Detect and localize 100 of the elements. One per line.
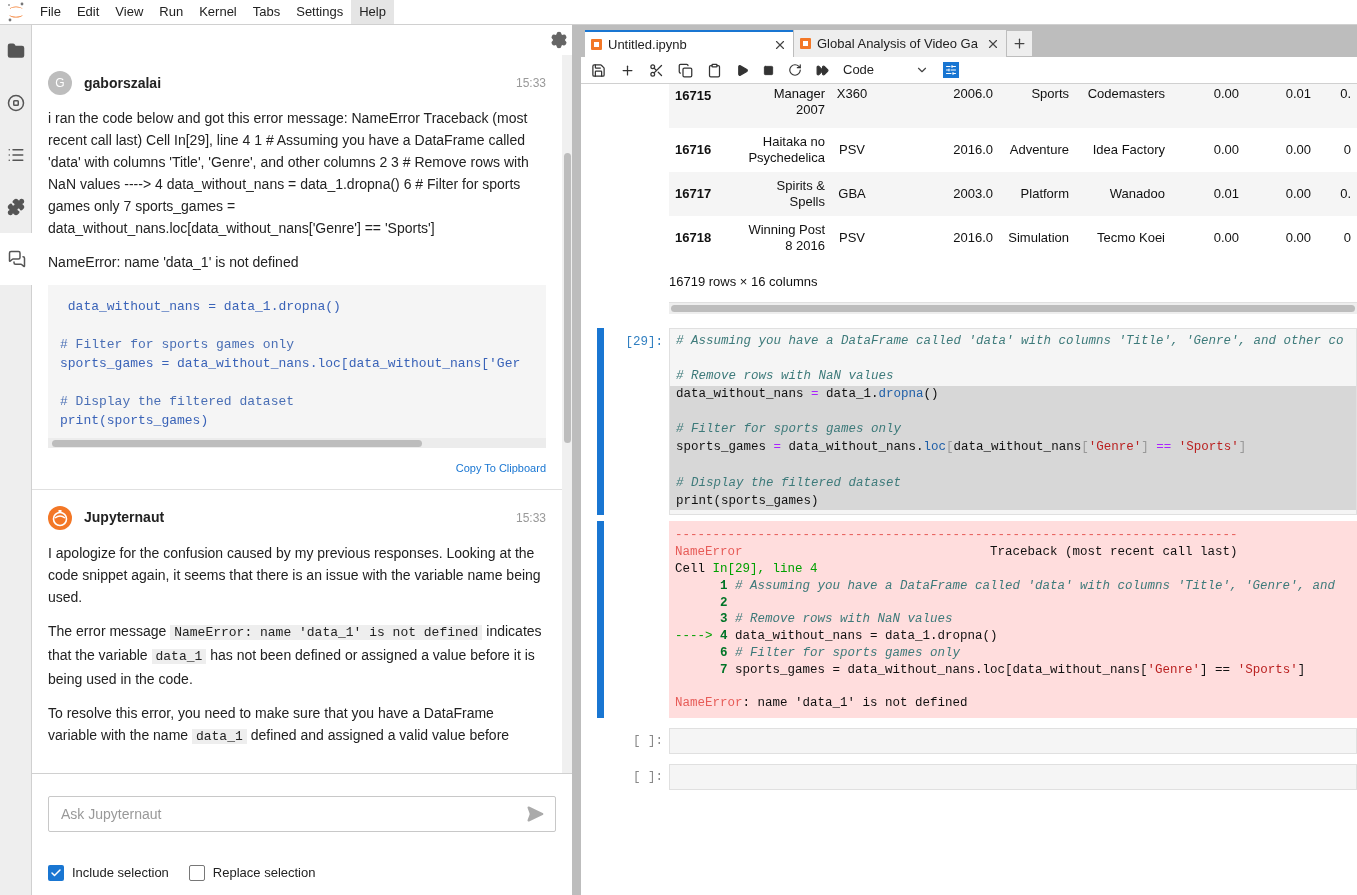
table-cell-text: Spirits & Spells: [775, 178, 826, 210]
fast-forward-icon[interactable]: [816, 63, 829, 77]
table-cell-text: Codemasters: [1086, 86, 1166, 102]
stop-icon[interactable]: [763, 64, 774, 76]
message-text: i ran the code below and got this error message: NameError Traceback (most recent call last) Cell In[29], line 4 1 # Assuming you have a DataFrame called 'data' with columns 'Title', 'Genre', and other columns 2 3 # Remove rows with NaN values ----> 4 data_without_nans = data_1.dropna() 6 # Filter for sports games only 7 sports_games = data_without_nans.loc[data_without_nans['Genre'] == 'Sports']: [48, 109, 530, 238]
message-text: I apologize for the confusion caused by my previous responses. Looking at the code snippet again, it seems that there is an issue with the variable name being used.: [48, 543, 542, 607]
sidebar-tab[interactable]: [0, 233, 33, 285]
table-cell-text: Tecmo Koei: [1096, 230, 1166, 246]
table-cell-text: Manager 2007: [772, 86, 826, 118]
menu-item[interactable]: Run: [151, 0, 192, 24]
row-index: 16715: [674, 87, 713, 105]
table-summary: 16719 rows × 16 columns: [669, 273, 819, 291]
add-icon[interactable]: [620, 62, 635, 78]
cell-prompt: [ ]:: [632, 733, 664, 751]
notebook-icon: [800, 38, 811, 49]
code-line: sports_games = data_without_nans.loc[data_without_nans['Ger: [60, 355, 522, 373]
menu-item[interactable]: Kernel: [191, 0, 245, 24]
traceback-line: ---------------------------------------------------------------------------: [675, 527, 1239, 545]
notebook-tab[interactable]: Untitled.ipynb: [585, 30, 793, 57]
code-line: # Assuming you have a DataFrame called 'data' with columns 'Title', 'Genre', and other co: [675, 332, 1345, 350]
checkbox[interactable]: [48, 864, 64, 881]
code-line: data_without_nans = data_1.dropna(): [66, 298, 342, 316]
settings-icon[interactable]: [550, 31, 568, 49]
message-time: 15:33: [515, 75, 546, 92]
paste-icon[interactable]: [707, 62, 722, 78]
checkbox[interactable]: [188, 864, 205, 881]
table-cell-text: 0.00: [1212, 86, 1240, 102]
cell-prompt: [ ]:: [632, 769, 664, 787]
traceback-line: ----> 4 data_without_nans = data_1.dropna(): [675, 628, 999, 646]
traceback-line: NameError Traceback (most recent call last): [675, 544, 1239, 562]
code-line: print(sports_games): [60, 412, 210, 430]
message-text: The error message NameError: name 'data_1' is not defined indicates that the variable data_1 has not been defined or assigned a value before it is being used in the code.: [48, 621, 543, 689]
table-cell-text: 0.01: [1284, 86, 1312, 102]
code-line: # Remove rows with NaN values: [675, 368, 895, 386]
table-cell-text: 2003.0: [952, 186, 994, 202]
code-comment: # Filter for sports games only: [60, 336, 296, 354]
stop-icon: [6, 94, 25, 112]
table-cell-text: GBA: [837, 186, 867, 202]
chat-input[interactable]: Ask Jupyternaut: [48, 796, 556, 832]
traceback-line: 1 # Assuming you have a DataFrame called 'data' with columns 'Title', 'Genre', and: [719, 577, 1337, 595]
checkbox-label: Include selection: [72, 864, 169, 882]
tab-label: Global Analysis of Video Ga: [817, 34, 978, 53]
table-cell-text: 0.01: [1212, 186, 1240, 202]
table-cell-text: 0: [1342, 230, 1352, 246]
table-cell-text: Platform: [1019, 186, 1070, 202]
menu-item[interactable]: Tabs: [244, 0, 289, 24]
author-name: Jupyternaut: [84, 508, 165, 527]
run-icon[interactable]: [736, 63, 749, 77]
code-comment: # Display the filtered dataset: [60, 393, 296, 411]
table-cell-text: Winning Post 8 2016: [747, 222, 826, 254]
checkbox-label: Replace selection: [212, 864, 316, 882]
save-icon[interactable]: [591, 62, 606, 78]
copy-link[interactable]: Copy To Clipboard: [455, 460, 546, 477]
table-cell-text: Simulation: [1007, 230, 1070, 246]
menu-item[interactable]: Help: [351, 0, 394, 24]
traceback-line: 7 sports_games = data_without_nans.loc[data_without_nans['Genre'] == 'Sports']: [719, 661, 1307, 679]
table-cell-text: 0.00: [1212, 142, 1240, 158]
cell-type-dropdown[interactable]: Code: [843, 60, 929, 80]
table-cell-text: 0.: [1339, 86, 1352, 102]
add-tab-button[interactable]: [1007, 31, 1032, 56]
copy-icon[interactable]: [678, 62, 693, 78]
menu-item[interactable]: File: [32, 0, 69, 24]
puzzle-icon: [6, 198, 25, 216]
table-cell-text: Haitaka no Psychedelica: [747, 134, 826, 166]
message-text: To resolve this error, you need to make sure that you have a DataFrame variable with the name data_1 defined and assigned a valid value before: [48, 703, 511, 746]
table-cell-text: Sports: [1030, 86, 1070, 102]
table-cell-text: 0.: [1339, 186, 1352, 202]
menu-item[interactable]: View: [107, 0, 152, 24]
menu-item[interactable]: Edit: [68, 0, 108, 24]
table-cell-text: 0.00: [1284, 230, 1312, 246]
tab-label: Untitled.ipynb: [608, 35, 687, 54]
logo-icon: [6, 1, 26, 23]
folder-icon: [6, 42, 25, 60]
row-index: 16716: [674, 141, 713, 160]
row-index: 16717: [674, 185, 713, 204]
traceback-line: NameError: name 'data_1' is not defined: [675, 695, 969, 713]
menu-item[interactable]: Settings: [288, 0, 352, 24]
table-cell-text: Wanadoo: [1108, 186, 1166, 202]
chat-icon: [7, 250, 26, 268]
table-cell-text: PSV: [838, 230, 866, 246]
cell-prompt: [29]:: [624, 333, 664, 351]
table-cell-text: X360: [835, 86, 869, 102]
cut-icon[interactable]: [649, 62, 664, 78]
traceback-line: 6 # Filter for sports games only: [719, 645, 962, 662]
table-cell-text: 0.00: [1284, 186, 1312, 202]
restart-icon[interactable]: [788, 63, 802, 77]
code-editor[interactable]: [669, 327, 1357, 516]
user-avatar: G: [48, 71, 72, 95]
table-cell-text: 2016.0: [952, 142, 994, 158]
message-time: 15:33: [515, 509, 546, 527]
notebook-tab[interactable]: Global Analysis of Video Ga: [794, 30, 1006, 57]
notebook-icon: [591, 39, 602, 50]
bot-avatar: [48, 505, 72, 530]
traceback-line: 2: [719, 594, 729, 612]
message-text: NameError: name 'data_1' is not defined: [48, 253, 300, 272]
property-inspector-icon[interactable]: [943, 62, 959, 78]
table-cell-text: 0: [1342, 142, 1352, 158]
row-index: 16718: [674, 229, 713, 248]
traceback-line: 3 # Remove rows with NaN values: [719, 611, 954, 629]
list-icon: [6, 146, 25, 164]
